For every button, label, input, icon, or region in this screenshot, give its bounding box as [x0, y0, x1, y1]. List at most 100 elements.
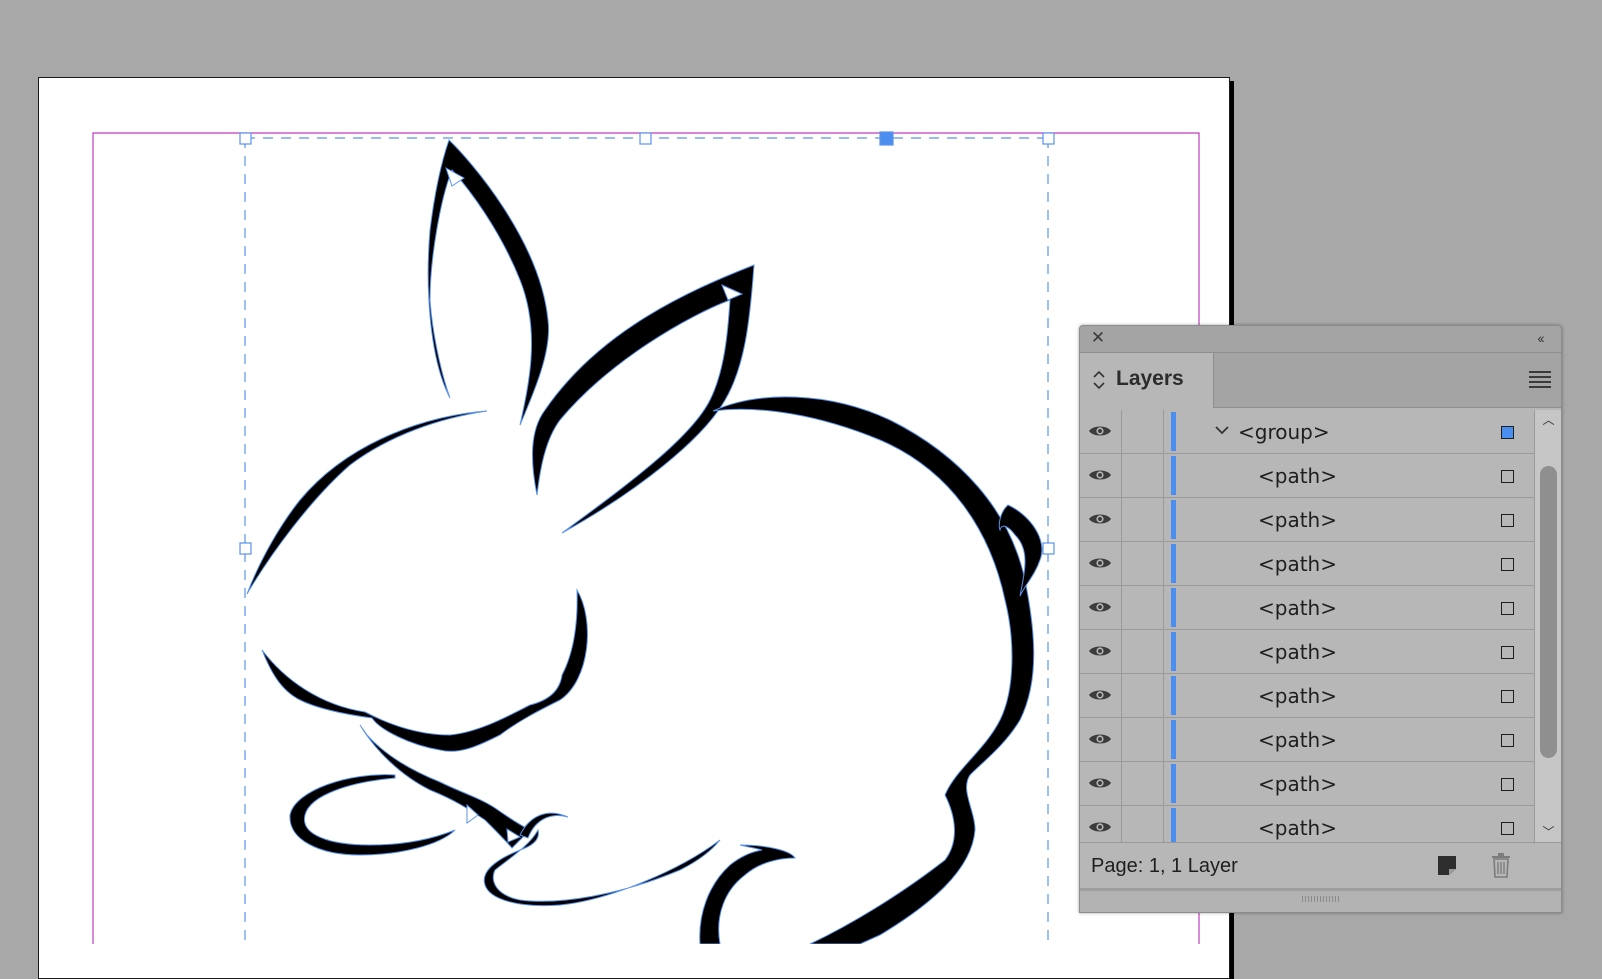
layer-name: <path>	[1258, 552, 1337, 576]
layer-color-bar	[1171, 764, 1176, 803]
face-path	[261, 588, 588, 752]
layer-color-bar	[1171, 588, 1176, 627]
scroll-up-icon[interactable]: ︿	[1535, 410, 1561, 430]
layer-name: <path>	[1258, 684, 1337, 708]
panel-titlebar[interactable]: ✕ ‹‹	[1080, 326, 1561, 353]
visibility-toggle[interactable]	[1080, 806, 1122, 842]
layer-color-bar	[1171, 720, 1176, 759]
layer-row-path[interactable]: <path>	[1080, 806, 1534, 842]
scrollbar[interactable]: ︿ ﹀	[1534, 410, 1561, 842]
lock-toggle[interactable]	[1122, 542, 1164, 585]
layer-row-path[interactable]: <path>	[1080, 674, 1534, 718]
tab-layers[interactable]: Layers	[1080, 353, 1214, 408]
eye-icon	[1089, 558, 1111, 568]
selection-indicator[interactable]	[1501, 514, 1514, 527]
eye-icon	[1089, 778, 1111, 788]
visibility-toggle[interactable]	[1080, 454, 1122, 497]
visibility-toggle[interactable]	[1080, 674, 1122, 717]
lock-toggle[interactable]	[1122, 454, 1164, 497]
layer-name: <path>	[1258, 596, 1337, 620]
layer-row-group[interactable]: <group>	[1080, 410, 1534, 454]
belly-path	[483, 828, 721, 907]
updown-chevron-icon	[1093, 370, 1105, 390]
layer-name: <path>	[1258, 816, 1337, 840]
visibility-toggle[interactable]	[1080, 630, 1122, 673]
eye-icon	[1089, 690, 1111, 700]
layer-row-path[interactable]: <path>	[1080, 718, 1534, 762]
visibility-toggle[interactable]	[1080, 586, 1122, 629]
selection-indicator[interactable]	[1501, 778, 1514, 791]
lock-toggle[interactable]	[1122, 630, 1164, 673]
close-icon[interactable]: ✕	[1089, 329, 1107, 347]
layer-row-path[interactable]: <path>	[1080, 454, 1534, 498]
layer-row-path[interactable]: <path>	[1080, 586, 1534, 630]
new-layer-icon[interactable]	[1437, 854, 1457, 876]
layer-name: <path>	[1258, 728, 1337, 752]
eye-icon	[1089, 426, 1111, 436]
layer-color-bar	[1171, 808, 1176, 842]
scroll-down-icon[interactable]: ﹀	[1535, 822, 1561, 842]
selection-indicator[interactable]	[1501, 602, 1514, 615]
layer-name: <path>	[1258, 464, 1337, 488]
layer-name: <path>	[1258, 640, 1337, 664]
layer-name: <path>	[1258, 772, 1337, 796]
layer-list: <group> <path> <path> <path> <path> <pat…	[1080, 410, 1534, 842]
eye-icon	[1089, 646, 1111, 656]
lock-toggle[interactable]	[1122, 586, 1164, 629]
lock-toggle[interactable]	[1122, 498, 1164, 541]
layer-color-bar	[1171, 456, 1176, 495]
head-path	[246, 410, 488, 595]
panel-resize-grip[interactable]	[1080, 888, 1561, 912]
lock-toggle[interactable]	[1122, 718, 1164, 761]
layers-panel: ✕ ‹‹ Layers <group> <path> <path> <path>…	[1079, 325, 1562, 913]
visibility-toggle[interactable]	[1080, 718, 1122, 761]
selection-indicator[interactable]	[1501, 690, 1514, 703]
chevron-down-icon[interactable]	[1214, 422, 1230, 438]
selection-indicator[interactable]	[1501, 646, 1514, 659]
layer-row-path[interactable]: <path>	[1080, 498, 1534, 542]
selection-indicator[interactable]	[1501, 822, 1514, 835]
tab-label: Layers	[1116, 367, 1184, 390]
visibility-toggle[interactable]	[1080, 410, 1122, 453]
eye-icon	[1089, 470, 1111, 480]
layer-row-path[interactable]: <path>	[1080, 542, 1534, 586]
layer-name: <group>	[1238, 420, 1330, 444]
eye-icon	[1089, 822, 1111, 832]
selection-indicator[interactable]	[1501, 734, 1514, 747]
visibility-toggle[interactable]	[1080, 762, 1122, 805]
eye-icon	[1089, 602, 1111, 612]
layer-color-bar	[1171, 544, 1176, 583]
selection-frame	[244, 137, 1049, 944]
layer-row-path[interactable]: <path>	[1080, 630, 1534, 674]
eye-icon	[1089, 734, 1111, 744]
layer-color-bar	[1171, 500, 1176, 539]
rear-foot-path	[699, 844, 796, 944]
panel-tabbar: Layers	[1080, 353, 1561, 408]
right-ear-path	[531, 264, 755, 534]
grip-dots	[1302, 896, 1340, 902]
layer-row-path[interactable]: <path>	[1080, 762, 1534, 806]
selection-indicator[interactable]	[1501, 470, 1514, 483]
selection-indicator[interactable]	[1501, 426, 1514, 439]
selection-indicator[interactable]	[1501, 558, 1514, 571]
panel-menu-icon[interactable]	[1529, 371, 1551, 389]
lock-toggle[interactable]	[1122, 410, 1164, 453]
left-ear-path	[427, 139, 550, 426]
eye-icon	[1089, 514, 1111, 524]
scroll-thumb[interactable]	[1540, 466, 1557, 758]
bunny-illustration	[246, 139, 1043, 944]
panel-footer: Page: 1, 1 Layer	[1080, 842, 1561, 889]
lock-toggle[interactable]	[1122, 806, 1164, 842]
visibility-toggle[interactable]	[1080, 542, 1122, 585]
visibility-toggle[interactable]	[1080, 498, 1122, 541]
lock-toggle[interactable]	[1122, 762, 1164, 805]
lock-toggle[interactable]	[1122, 674, 1164, 717]
page-layer-status: Page: 1, 1 Layer	[1091, 855, 1238, 877]
paw-hook-path	[519, 812, 569, 839]
trash-icon[interactable]	[1490, 852, 1512, 878]
layer-name: <path>	[1258, 508, 1337, 532]
layer-color-bar	[1171, 632, 1176, 671]
layer-color-bar	[1171, 412, 1176, 451]
collapse-panel-icon[interactable]: ‹‹	[1529, 329, 1551, 347]
layer-color-bar	[1171, 676, 1176, 715]
